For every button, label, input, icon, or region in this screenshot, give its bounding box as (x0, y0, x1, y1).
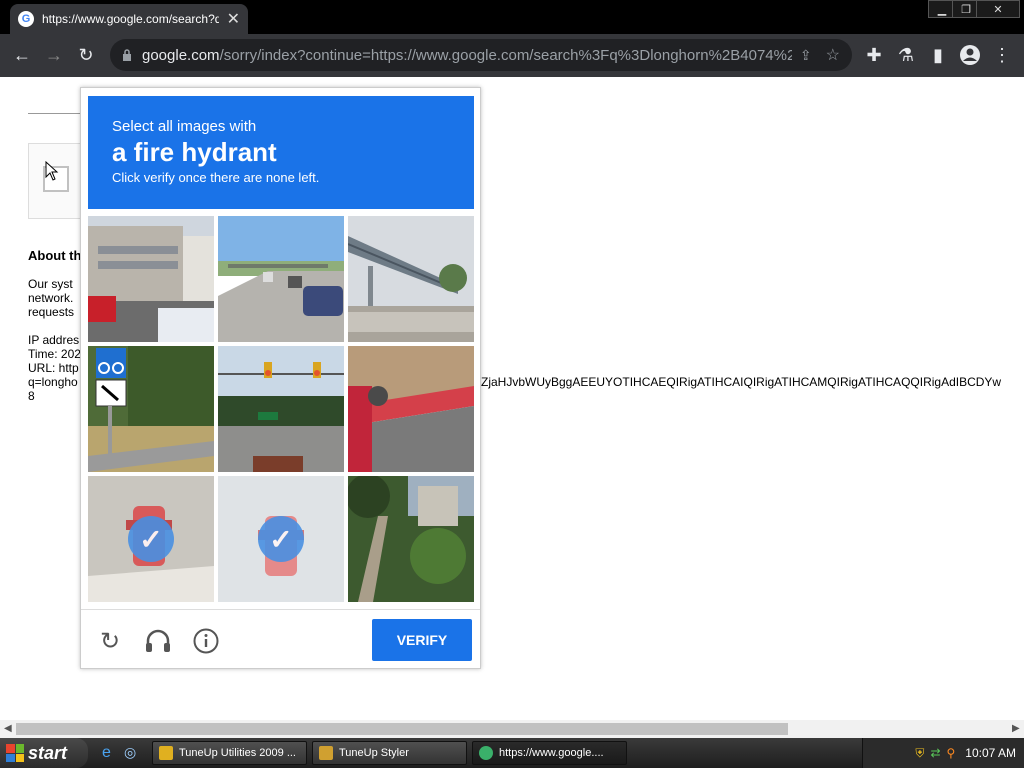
forward-icon[interactable]: → (41, 42, 67, 68)
image-tile-stairs-trees[interactable] (348, 476, 474, 602)
close-tab-icon[interactable]: ✕ (227, 9, 240, 29)
browser-tab[interactable]: G https://www.google.com/search?q= ✕ (10, 4, 248, 34)
menu-kebab-icon[interactable]: ⋮ (989, 42, 1015, 68)
audio-challenge-headphones-icon[interactable] (143, 626, 173, 656)
scroll-right-arrow-icon[interactable]: ▶ (1012, 723, 1020, 734)
share-icon[interactable]: ⇪ (800, 47, 812, 64)
internet-explorer-icon[interactable]: e (102, 744, 111, 762)
scroll-left-arrow-icon[interactable]: ◀ (4, 723, 12, 734)
system-tray: ⛨ ⇄ ⚲ 10:07 AM (862, 738, 1024, 768)
back-icon[interactable]: ← (9, 42, 35, 68)
start-label: start (28, 742, 68, 763)
tuneup-styler-icon (319, 746, 333, 760)
about-heading: About th (28, 248, 82, 263)
browser-quicklaunch-icon[interactable]: ◎ (124, 744, 136, 761)
network-icon[interactable]: ⇄ (930, 746, 940, 760)
browser-tab-bar: G https://www.google.com/search?q= ✕ ▁ ❐… (0, 0, 1024, 34)
body-text-line: network. (28, 291, 74, 305)
verify-button[interactable]: VERIFY (372, 619, 472, 661)
google-favicon-icon: G (18, 11, 34, 27)
image-tile-building-street[interactable] (88, 216, 214, 342)
info-icon[interactable] (191, 626, 221, 656)
taskbar-item[interactable]: TuneUp Utilities 2009 ... (152, 741, 307, 765)
taskbar-item[interactable]: TuneUp Styler (312, 741, 467, 765)
challenge-footer: ↻ VERIFY (81, 609, 480, 669)
taskbar-item-label: https://www.google.... (499, 747, 604, 759)
browser-toolbar: ← → ↻ google.com/sorry/index?continue=ht… (0, 34, 1024, 77)
image-tile-fire-hydrant[interactable]: ✓ (218, 476, 344, 602)
image-tile-bike-sign[interactable] (88, 346, 214, 472)
reload-icon[interactable]: ↻ (73, 42, 99, 68)
windows-logo-icon (6, 744, 24, 762)
profile-avatar-icon[interactable] (957, 42, 983, 68)
bookmark-star-icon[interactable]: ☆ (826, 45, 840, 65)
url-parameter-text: ZjaHJvbWUyBggAEEUYOTIHCAEQIRigATIHCAIQIR… (481, 375, 1002, 389)
search-icon[interactable]: ⚲ (947, 746, 956, 760)
lab-flask-icon[interactable]: ⚗ (893, 42, 919, 68)
recaptcha-challenge-popup: Select all images with a fire hydrant Cl… (80, 87, 481, 669)
url-path: /sorry/index?continue=https://www.google… (219, 46, 792, 64)
mouse-cursor-icon (45, 161, 59, 181)
taskbar-item-label: TuneUp Styler (339, 747, 409, 759)
image-tile-highway-cars[interactable] (218, 216, 344, 342)
close-window-button[interactable]: ✕ (976, 0, 1020, 18)
lock-icon (123, 49, 131, 61)
image-tile-pedestrian-bridge[interactable] (348, 216, 474, 342)
url-host: google.com (142, 46, 220, 64)
start-button[interactable]: start (0, 738, 88, 768)
clock: 10:07 AM (965, 746, 1016, 760)
target-object-label: a fire hydrant (112, 137, 277, 167)
horizontal-scrollbar[interactable]: ◀ ▶ (0, 720, 1024, 738)
selected-check-icon: ✓ (128, 516, 174, 562)
query-label: q=longho (28, 375, 78, 389)
body-text-line: requests (28, 305, 75, 319)
instruction-hint: Click verify once there are none left. (112, 170, 320, 185)
instruction-line: Select all images with (112, 118, 257, 135)
time-label: Time: 202 (28, 347, 81, 361)
taskbar-item[interactable]: https://www.google.... (472, 741, 627, 765)
extensions-icon[interactable]: ✚ (861, 42, 887, 68)
taskbar-item-label: TuneUp Utilities 2009 ... (179, 747, 296, 759)
reload-challenge-icon[interactable]: ↻ (95, 626, 125, 656)
url-label: URL: http (28, 361, 79, 375)
image-grid: ✓ ✓ (88, 216, 474, 602)
scrollbar-thumb[interactable] (16, 723, 788, 735)
tab-title: https://www.google.com/search?q= (42, 12, 219, 26)
image-tile-fire-hydrant[interactable]: ✓ (88, 476, 214, 602)
image-tile-traffic-lights[interactable] (218, 346, 344, 472)
selected-check-icon: ✓ (258, 516, 304, 562)
windows-taskbar: start e ◎ TuneUp Utilities 2009 ... Tune… (0, 738, 1024, 768)
chrome-icon (479, 746, 493, 760)
image-tile-curb-road[interactable] (348, 346, 474, 472)
query-tail: 8 (28, 389, 35, 403)
shield-icon[interactable]: ⛨ (915, 746, 924, 761)
ip-address-label: IP addres (28, 333, 80, 347)
challenge-header: Select all images with a fire hydrant Cl… (88, 96, 474, 209)
side-panel-icon[interactable]: ▮ (925, 42, 951, 68)
body-text-line: Our syst (28, 277, 73, 291)
recaptcha-checkbox-widget[interactable] (28, 143, 88, 219)
address-bar[interactable]: google.com/sorry/index?continue=https://… (110, 39, 852, 71)
divider (28, 113, 88, 114)
tuneup-icon (159, 746, 173, 760)
